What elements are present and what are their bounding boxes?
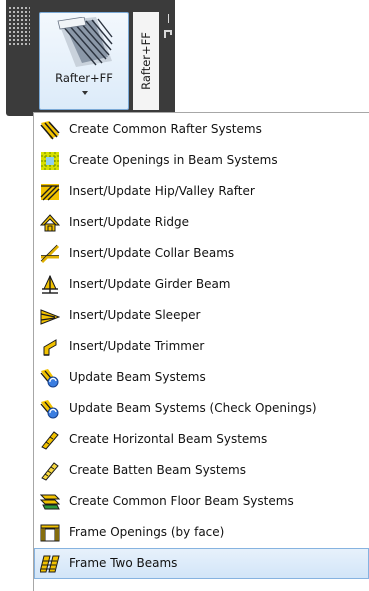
hip-valley-rafter-icon — [40, 184, 60, 201]
menu-item-label: Create Openings in Beam Systems — [69, 153, 278, 167]
beam-openings-icon — [41, 152, 59, 170]
rafter-ff-button-label: Rafter+FF — [55, 71, 113, 85]
panel-tab-strip[interactable]: Rafter+FF — [133, 12, 159, 110]
menu-item-label: Create Common Floor Beam Systems — [69, 494, 294, 508]
menu-item-label: Update Beam Systems — [69, 370, 206, 384]
menu-item-label: Insert/Update Ridge — [69, 215, 190, 229]
panel-dialog-launcher-icon[interactable] — [164, 14, 173, 44]
ridge-icon — [40, 214, 60, 232]
menu-item-create-common-rafter-systems[interactable]: Create Common Rafter Systems — [34, 114, 369, 145]
menu-item-label: Insert/Update Girder Beam — [69, 277, 231, 291]
update-beam-systems-icon — [40, 369, 59, 388]
menu-item-create-batten-beam-systems[interactable]: Create Batten Beam Systems — [34, 455, 369, 486]
menu-item-insert-update-sleeper[interactable]: Insert/Update Sleeper — [34, 300, 369, 331]
menu-item-label: Insert/Update Sleeper — [69, 308, 201, 322]
menu-item-insert-update-collar-beams[interactable]: Insert/Update Collar Beams — [34, 238, 369, 269]
menu-item-label: Insert/Update Trimmer — [69, 339, 205, 353]
menu-item-label: Create Batten Beam Systems — [69, 463, 246, 477]
menu-item-update-beam-systems[interactable]: Update Beam Systems — [34, 362, 369, 393]
menu-item-create-openings-in-beam-systems[interactable]: Create Openings in Beam Systems — [34, 145, 369, 176]
menu-item-label: Insert/Update Hip/Valley Rafter — [69, 184, 255, 198]
rafter-dropdown-menu: Create Common Rafter Systems Create Open… — [33, 112, 369, 591]
menu-item-create-common-floor-beam-systems[interactable]: Create Common Floor Beam Systems — [34, 486, 369, 517]
menu-item-label: Create Common Rafter Systems — [69, 122, 262, 136]
common-rafter-icon — [40, 121, 60, 140]
rafter-ff-split-button[interactable]: Rafter+FF — [39, 12, 129, 110]
ribbon-panel: Rafter+FF Rafter+FF — [6, 0, 175, 116]
menu-item-insert-update-hip-valley-rafter[interactable]: Insert/Update Hip/Valley Rafter — [34, 176, 369, 207]
menu-item-frame-two-beams[interactable]: Frame Two Beams — [34, 548, 369, 579]
trimmer-icon — [43, 339, 57, 356]
menu-item-frame-openings-by-face[interactable]: Frame Openings (by face) — [34, 517, 369, 548]
frame-two-beams-icon — [40, 555, 60, 573]
menu-item-insert-update-trimmer[interactable]: Insert/Update Trimmer — [34, 331, 369, 362]
menu-item-insert-update-ridge[interactable]: Insert/Update Ridge — [34, 207, 369, 238]
menu-item-label: Frame Openings (by face) — [69, 525, 225, 539]
update-beam-systems-check-icon — [40, 400, 59, 419]
dropdown-arrow-icon — [82, 91, 88, 95]
horizontal-beam-icon — [41, 431, 59, 450]
floor-beam-icon — [40, 494, 60, 510]
sleeper-icon — [40, 309, 60, 325]
rafter-system-icon — [57, 17, 113, 67]
menu-item-label: Update Beam Systems (Check Openings) — [69, 401, 317, 415]
menu-item-label: Create Horizontal Beam Systems — [69, 432, 268, 446]
menu-item-insert-update-girder-beam[interactable]: Insert/Update Girder Beam — [34, 269, 369, 300]
panel-grip-handle[interactable] — [8, 6, 30, 46]
menu-item-update-beam-systems-check-openings[interactable]: Update Beam Systems (Check Openings) — [34, 393, 369, 424]
batten-beam-icon — [41, 462, 59, 481]
menu-item-label: Frame Two Beams — [69, 556, 178, 570]
panel-tab-label: Rafter+FF — [139, 32, 153, 90]
collar-beams-icon — [40, 244, 60, 264]
menu-item-label: Insert/Update Collar Beams — [69, 246, 235, 260]
menu-item-create-horizontal-beam-systems[interactable]: Create Horizontal Beam Systems — [34, 424, 369, 455]
frame-openings-icon — [40, 524, 60, 542]
girder-beam-icon — [42, 275, 58, 294]
